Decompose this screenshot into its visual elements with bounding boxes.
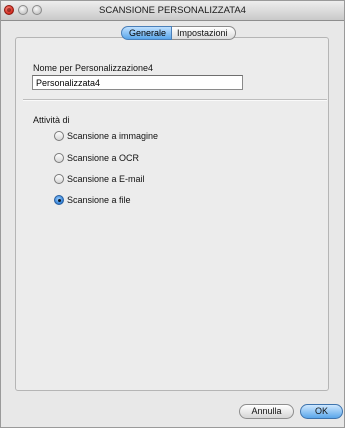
window-title: SCANSIONE PERSONALIZZATA4	[99, 5, 246, 16]
radio-label: Scansione a file	[67, 195, 131, 205]
radio-button[interactable]	[54, 153, 64, 163]
name-input[interactable]	[32, 75, 243, 90]
tab-panel	[15, 37, 329, 391]
dialog-window: SCANSIONE PERSONALIZZATA4 Generale Impos…	[0, 0, 345, 428]
radio-option-image[interactable]: Scansione a immagine	[54, 130, 158, 142]
radio-label: Scansione a E-mail	[67, 174, 145, 184]
radio-option-file[interactable]: Scansione a file	[54, 194, 131, 206]
section-divider	[23, 99, 327, 101]
radio-label: Scansione a immagine	[67, 131, 159, 141]
title-bar[interactable]: SCANSIONE PERSONALIZZATA4	[1, 1, 344, 21]
radio-label: Scansione a OCR	[67, 153, 140, 163]
tab-impostazioni[interactable]: Impostazioni	[172, 26, 236, 40]
radio-button[interactable]	[54, 131, 64, 141]
tab-bar: Generale Impostazioni	[121, 26, 236, 40]
radio-option-email[interactable]: Scansione a E-mail	[54, 173, 145, 185]
ok-button[interactable]: OK	[300, 404, 343, 419]
cancel-button[interactable]: Annulla	[239, 404, 294, 419]
tab-generale[interactable]: Generale	[121, 26, 173, 40]
name-field-label: Nome per Personalizzazione4	[33, 63, 154, 73]
radio-option-ocr[interactable]: Scansione a OCR	[54, 152, 139, 164]
activity-label: Attività di	[33, 115, 70, 125]
radio-button-selected[interactable]	[54, 195, 64, 205]
radio-button[interactable]	[54, 174, 64, 184]
